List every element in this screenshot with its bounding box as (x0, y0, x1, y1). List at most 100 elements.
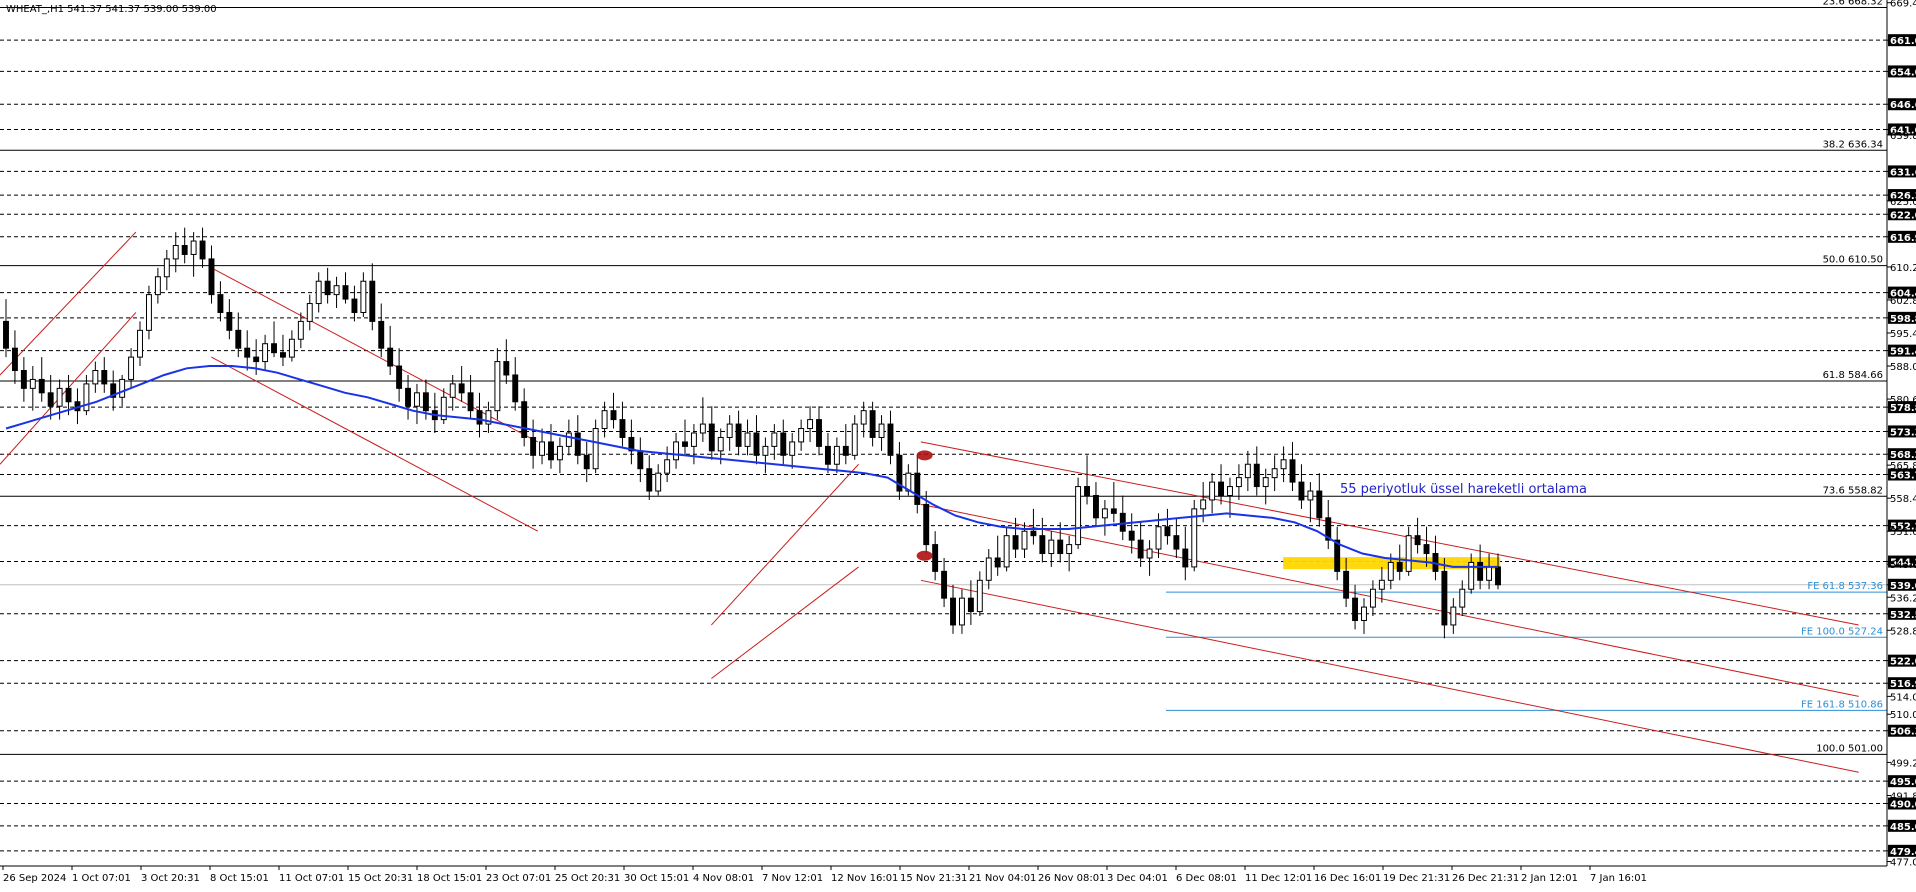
candle-body (414, 392, 420, 407)
candle-body (1093, 494, 1099, 519)
y-tick-label-8: 625.00 (1890, 197, 1916, 208)
candle-body (1280, 459, 1287, 470)
candle-body (1101, 508, 1108, 519)
x-tick-label-16: 3 Dec 04:01 (1107, 873, 1168, 884)
candle-body (1459, 588, 1466, 608)
candle-body (1396, 561, 1403, 572)
y-tick-label-1: 661.00 (1890, 36, 1916, 47)
candle-body (556, 445, 563, 461)
candle-body (1414, 535, 1421, 546)
candle-body (396, 365, 403, 389)
y-tick-label-17: 588.00 (1890, 362, 1916, 373)
candle-body (950, 597, 956, 626)
candle-body (565, 432, 572, 447)
candle-body (1271, 468, 1278, 479)
candle-body (1235, 477, 1242, 488)
candle-body (208, 258, 215, 296)
candle-body (369, 280, 376, 322)
candle-body (119, 378, 126, 398)
y-tick-label-15: 595.40 (1890, 329, 1916, 340)
candle-body (1030, 530, 1037, 537)
candle-body (869, 410, 876, 438)
candle-body (387, 347, 394, 367)
candle-133 (1191, 499, 1198, 572)
x-tick-label-2: 3 Oct 20:31 (141, 873, 200, 884)
candle-body (637, 450, 644, 470)
candle-body (467, 392, 474, 412)
candle-body (1495, 566, 1501, 586)
y-tick-label-0: 669.40 (1890, 0, 1916, 10)
candle-body (771, 432, 778, 447)
y-tick-label-2: 654.00 (1890, 67, 1916, 78)
x-tick-label-17: 6 Dec 08:01 (1176, 873, 1237, 884)
candle-body (47, 392, 54, 407)
candle-body (923, 503, 930, 546)
candle-body (521, 401, 528, 438)
x-tick-label-22: 2 Jan 12:01 (1521, 873, 1578, 884)
candle-body (494, 361, 501, 412)
candle-body (601, 410, 608, 430)
y-tick-label-6: 631.60 (1890, 167, 1916, 178)
candle-body (717, 436, 724, 452)
candle-body (1307, 490, 1314, 501)
candle-body (280, 352, 286, 358)
candle-body (315, 280, 322, 305)
candle-body (655, 472, 662, 492)
candle-body (324, 280, 331, 296)
x-tick-label-20: 19 Dec 21:31 (1383, 873, 1450, 884)
fib-label-3: 61.8 584.66 (1823, 370, 1883, 381)
y-tick-label-36: 510.00 (1890, 710, 1916, 721)
candle-body (914, 472, 921, 505)
candle-body (1352, 597, 1359, 621)
fe-label-1: FE 100.0 527.24 (1801, 626, 1883, 637)
candle-body (1084, 486, 1090, 496)
candle-body (878, 423, 885, 438)
x-tick-label-21: 26 Dec 21:31 (1452, 873, 1519, 884)
y-tick-label-42: 485.00 (1890, 822, 1916, 833)
candle-body (181, 245, 188, 255)
candle-body (574, 432, 581, 456)
candle-body (1173, 535, 1180, 550)
candle-body (967, 597, 974, 613)
y-tick-label-29: 539.00 (1890, 581, 1916, 592)
candle-body (306, 303, 313, 322)
y-tick-label-34: 516.95 (1890, 679, 1916, 690)
candle-body (1146, 548, 1153, 559)
wheat-h1-chart[interactable]: 23.6 668.32 38.2 636.34 50.0 610.50 61.8 58… (0, 0, 1916, 888)
candle-body (1450, 606, 1457, 626)
candle-body (1244, 463, 1251, 479)
candle-body (449, 383, 456, 398)
y-tick-label-33: 522.00 (1890, 657, 1916, 668)
candle-body (1387, 561, 1394, 581)
candle-body (1137, 539, 1144, 559)
candle-body (3, 320, 9, 349)
candle-body (92, 370, 99, 385)
candle-120 (1075, 477, 1082, 550)
candle-body (619, 419, 626, 438)
y-tick-label-10: 616.95 (1890, 233, 1916, 244)
symbol-header: WHEAT_,H1 541.37 541.37 539.00 539.00 (6, 4, 217, 15)
candle-body (235, 329, 242, 349)
candle-body (976, 579, 983, 613)
candle-body (735, 423, 742, 447)
candle-body (1423, 544, 1430, 555)
candle-body (199, 240, 206, 260)
y-tick-label-30: 536.20 (1890, 593, 1916, 604)
candle-body (932, 544, 939, 572)
candle-body (503, 361, 510, 376)
candle-body (145, 294, 152, 331)
fe-label-0: FE 61.8 537.36 (1807, 581, 1883, 592)
y-tick-label-39: 495.00 (1890, 777, 1916, 788)
fib-label-2: 50.0 610.50 (1823, 255, 1883, 266)
candle-body (548, 441, 554, 461)
candle-body (1486, 566, 1493, 581)
candle-body (512, 374, 519, 403)
candle-body (360, 280, 367, 313)
candle-body (1316, 490, 1323, 519)
fib-label-1: 38.2 636.34 (1823, 139, 1883, 150)
candle-body (833, 445, 840, 465)
candle-body (83, 383, 90, 412)
y-tick-label-28: 543.60 (1890, 560, 1916, 571)
candle-body (610, 410, 617, 421)
y-tick-label-11: 610.20 (1890, 263, 1916, 274)
